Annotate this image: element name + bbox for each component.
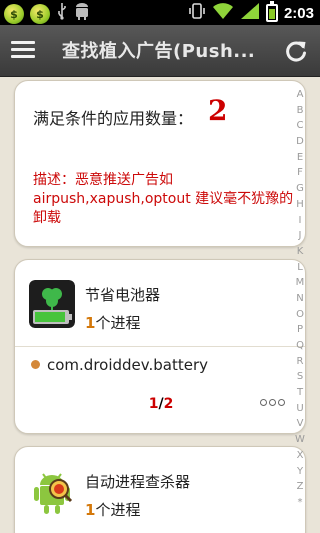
index-letter[interactable]: * (298, 495, 303, 511)
index-letter[interactable]: P (297, 322, 303, 338)
index-letter[interactable]: X (297, 448, 304, 464)
app-coin-icon: $ (4, 4, 24, 24)
android-icon (74, 2, 90, 26)
index-letter[interactable]: T (297, 385, 303, 401)
description-text: 描述：恶意推送广告如airpush,xapush,optout 建议毫不犹豫的卸… (33, 172, 294, 226)
app-coin-icon: $ (30, 4, 50, 24)
battery-icon (265, 1, 278, 22)
alphabet-index[interactable]: A B C D E F G H I J K L M N O P Q R S T U V W X Y Z * (294, 87, 306, 511)
battery-saver-app-icon (29, 280, 75, 328)
system-icons: 2:03 (188, 1, 314, 24)
page-current: 1 (148, 396, 159, 412)
process-count-line: 1个进程 (85, 499, 140, 520)
divider (15, 346, 305, 347)
process-suffix: 个进程 (95, 501, 141, 519)
index-letter[interactable]: S (297, 369, 303, 385)
app-card[interactable]: 节省电池器 1个进程 com.droiddev.battery 1/2 (14, 259, 306, 434)
index-letter[interactable]: R (297, 354, 304, 370)
index-letter[interactable]: U (296, 401, 303, 417)
menu-icon[interactable] (11, 41, 35, 61)
index-letter[interactable]: F (297, 165, 303, 181)
index-letter[interactable]: N (296, 291, 303, 307)
usb-icon (56, 2, 68, 26)
notification-icons: $ $ (4, 2, 90, 26)
package-name: com.droiddev.battery (47, 356, 209, 374)
process-suffix: 个进程 (95, 314, 141, 332)
app-card[interactable]: 自动进程查杀器 1个进程 (14, 446, 306, 533)
process-count: 1 (85, 314, 96, 332)
index-letter[interactable]: G (296, 181, 304, 197)
index-letter[interactable]: Z (297, 479, 304, 495)
index-letter[interactable]: C (297, 118, 304, 134)
wifi-icon (212, 2, 234, 24)
index-letter[interactable]: W (295, 432, 305, 448)
index-letter[interactable]: Q (296, 338, 304, 354)
status-bar: $ $ 2:03 (0, 0, 320, 25)
app-name: 节省电池器 (85, 286, 161, 304)
index-letter[interactable]: Y (297, 464, 303, 480)
more-icon[interactable] (260, 399, 285, 406)
app-header: 查找植入广告(Push... (0, 25, 320, 77)
page-total: 2 (163, 396, 174, 412)
index-letter[interactable]: D (296, 134, 304, 150)
bullet-icon (31, 360, 40, 369)
process-killer-app-icon (29, 467, 75, 515)
page-title: 查找植入广告(Push... (62, 41, 256, 62)
index-letter[interactable]: J (299, 228, 302, 244)
index-letter[interactable]: K (297, 244, 304, 260)
signal-icon (240, 2, 260, 24)
index-letter[interactable]: O (296, 307, 304, 323)
matching-apps-label: 满足条件的应用数量： (33, 109, 194, 128)
summary-card: 满足条件的应用数量： 2 描述：恶意推送广告如airpush,xapush,op… (14, 80, 306, 247)
index-letter[interactable]: M (296, 275, 305, 291)
index-letter[interactable]: L (297, 260, 303, 276)
process-count-line: 1个进程 (85, 312, 140, 333)
index-letter[interactable]: H (296, 197, 304, 213)
index-letter[interactable]: A (297, 87, 304, 103)
refresh-icon[interactable] (282, 37, 310, 65)
process-count: 1 (85, 501, 96, 519)
index-letter[interactable]: V (297, 416, 304, 432)
index-letter[interactable]: E (297, 150, 303, 166)
clock: 2:03 (283, 4, 314, 22)
index-letter[interactable]: I (299, 213, 302, 229)
index-letter[interactable]: B (297, 103, 304, 119)
matching-apps-count: 2 (208, 94, 228, 127)
vibrate-icon (188, 2, 206, 24)
app-name: 自动进程查杀器 (85, 473, 191, 491)
